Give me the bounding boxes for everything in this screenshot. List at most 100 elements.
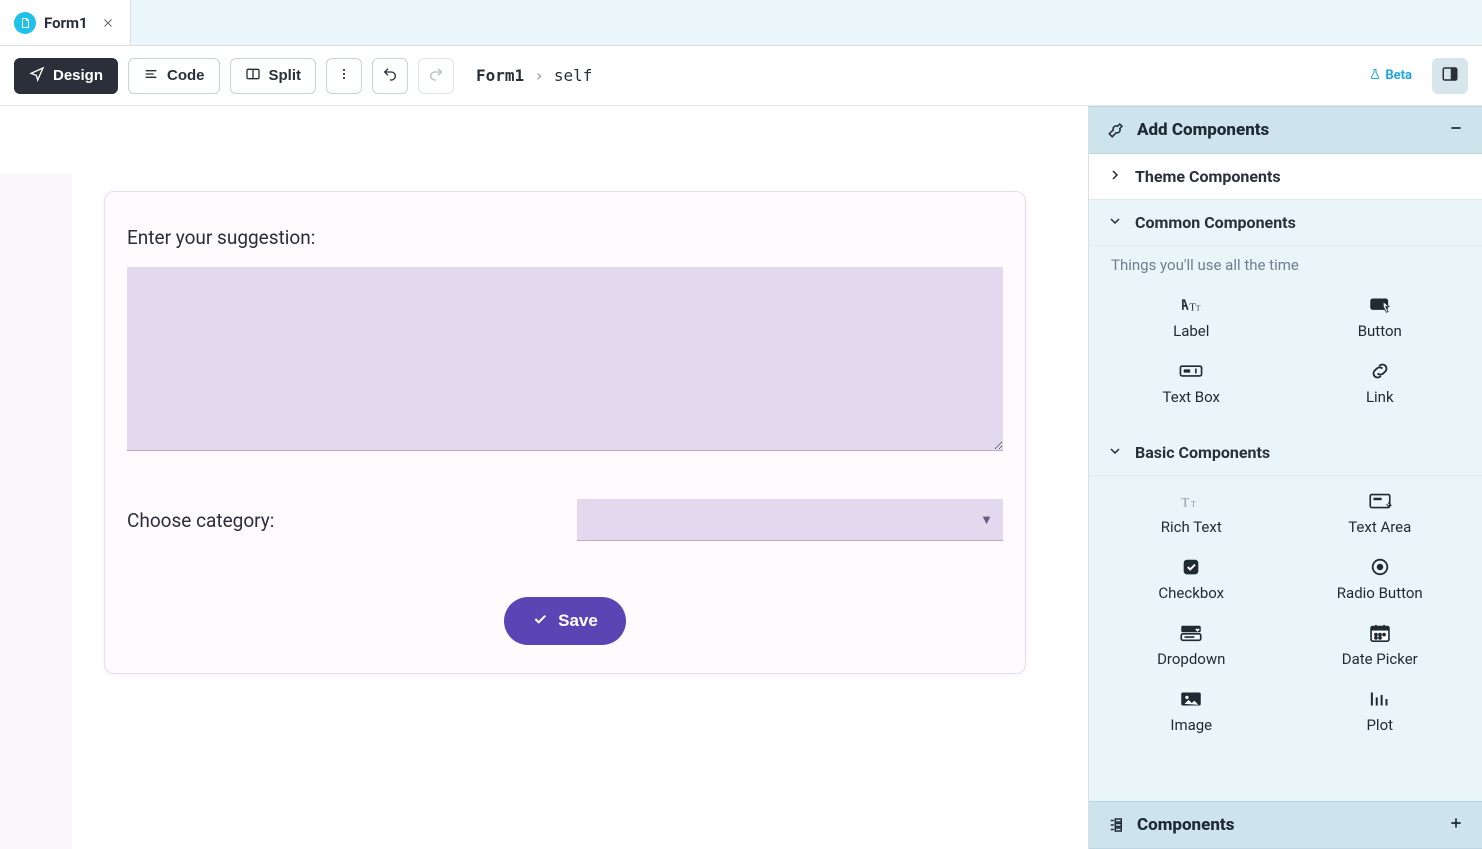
suggestion-label: Enter your suggestion: <box>127 226 1003 249</box>
design-button[interactable]: Design <box>14 58 118 94</box>
suggestion-textarea[interactable] <box>127 267 1003 451</box>
richtext-icon: TT <box>1177 490 1205 512</box>
redo-icon <box>428 66 444 86</box>
workspace: Enter your suggestion: Choose category: … <box>0 106 1482 849</box>
code-button-label: Code <box>167 67 205 84</box>
component-label: Text Area <box>1348 518 1411 536</box>
flask-icon <box>1369 68 1381 84</box>
sidebar: Add Components Theme Components Common C… <box>1088 106 1482 849</box>
component-radio[interactable]: Radio Button <box>1290 548 1471 610</box>
code-button[interactable]: Code <box>128 58 220 94</box>
tab-form1[interactable]: Form1 <box>0 0 131 45</box>
plus-icon[interactable] <box>1448 815 1464 835</box>
common-components-grid: TT Label Button Text Box Link <box>1089 280 1482 430</box>
chevron-right-icon: › <box>534 66 544 85</box>
textarea-icon <box>1366 490 1394 512</box>
undo-icon <box>382 66 398 86</box>
chevron-down-icon <box>1107 213 1123 233</box>
dropdown-icon <box>1177 622 1205 644</box>
label-icon: TT <box>1177 294 1205 316</box>
component-label: Image <box>1170 716 1212 734</box>
panel-toggle-button[interactable] <box>1432 58 1468 94</box>
save-button[interactable]: Save <box>504 597 626 645</box>
dots-vertical-icon <box>336 66 352 86</box>
svg-text:T: T <box>1182 495 1190 510</box>
toolbar: Design Code Split Form1 › self <box>0 46 1482 106</box>
basic-components-header[interactable]: Basic Components <box>1089 430 1482 476</box>
component-label: Button <box>1358 322 1402 340</box>
component-label: Checkbox <box>1158 584 1224 602</box>
button-icon <box>1366 294 1394 316</box>
breadcrumb: Form1 › self <box>476 66 592 85</box>
beta-label: Beta <box>1385 68 1412 83</box>
component-richtext[interactable]: TT Rich Text <box>1101 482 1282 544</box>
svg-text:T: T <box>1196 304 1201 313</box>
form-card[interactable]: Enter your suggestion: Choose category: … <box>104 191 1026 674</box>
list-icon <box>143 66 159 86</box>
svg-text:T: T <box>1191 500 1196 509</box>
beta-badge[interactable]: Beta <box>1369 68 1412 84</box>
components-footer-header[interactable]: Components <box>1089 801 1482 849</box>
component-label: Date Picker <box>1342 650 1418 668</box>
minus-icon[interactable] <box>1448 120 1464 140</box>
basic-components-grid: TT Rich Text Text Area Checkbox Radio Button… <box>1089 476 1482 758</box>
design-canvas[interactable]: Enter your suggestion: Choose category: … <box>0 106 1088 849</box>
category-select[interactable] <box>577 499 1003 541</box>
canvas-margin-shade <box>0 174 72 849</box>
category-label: Choose category: <box>127 509 557 532</box>
common-components-subtitle: Things you'll use all the time <box>1089 246 1482 280</box>
component-label: Dropdown <box>1157 650 1225 668</box>
more-button[interactable] <box>326 58 362 94</box>
plot-icon <box>1366 688 1394 710</box>
component-image[interactable]: Image <box>1101 680 1282 742</box>
components-footer-title: Components <box>1137 815 1436 835</box>
basic-components-title: Basic Components <box>1135 443 1270 462</box>
save-button-label: Save <box>558 611 598 631</box>
component-dropdown[interactable]: Dropdown <box>1101 614 1282 676</box>
common-components-header[interactable]: Common Components <box>1089 200 1482 246</box>
breadcrumb-leaf[interactable]: self <box>554 66 593 85</box>
textbox-icon <box>1177 360 1205 382</box>
form-file-icon <box>14 12 36 34</box>
common-components-title: Common Components <box>1135 213 1296 232</box>
tab-close-button[interactable] <box>100 15 116 31</box>
split-icon <box>245 66 261 86</box>
component-textbox[interactable]: Text Box <box>1101 352 1282 414</box>
tab-title: Form1 <box>44 14 88 32</box>
tree-icon <box>1107 816 1125 834</box>
component-label: Text Box <box>1163 388 1220 406</box>
layout-panel-icon <box>1441 65 1459 87</box>
component-checkbox[interactable]: Checkbox <box>1101 548 1282 610</box>
radio-icon <box>1366 556 1394 578</box>
component-label: Radio Button <box>1337 584 1423 602</box>
add-components-header[interactable]: Add Components <box>1089 106 1482 154</box>
checkbox-icon <box>1177 556 1205 578</box>
image-icon <box>1177 688 1205 710</box>
component-plot[interactable]: Plot <box>1290 680 1471 742</box>
theme-components-header[interactable]: Theme Components <box>1089 154 1482 200</box>
component-textarea[interactable]: Text Area <box>1290 482 1471 544</box>
check-icon <box>532 611 548 632</box>
undo-button[interactable] <box>372 58 408 94</box>
breadcrumb-root[interactable]: Form1 <box>476 66 524 85</box>
tab-bar: Form1 <box>0 0 1482 46</box>
component-link[interactable]: Link <box>1290 352 1471 414</box>
split-button[interactable]: Split <box>230 58 317 94</box>
wrench-icon <box>1107 121 1125 139</box>
split-button-label: Split <box>269 67 302 84</box>
datepicker-icon <box>1366 622 1394 644</box>
chevron-down-icon <box>1107 443 1123 463</box>
component-datepicker[interactable]: Date Picker <box>1290 614 1471 676</box>
link-icon <box>1366 360 1394 382</box>
component-label: Plot <box>1366 716 1393 734</box>
design-button-label: Design <box>53 67 103 84</box>
component-button[interactable]: Button <box>1290 286 1471 348</box>
component-label[interactable]: TT Label <box>1101 286 1282 348</box>
component-label: Rich Text <box>1161 518 1222 536</box>
component-label: Label <box>1173 322 1209 340</box>
theme-components-title: Theme Components <box>1135 167 1281 186</box>
paper-plane-icon <box>29 66 45 86</box>
redo-button[interactable] <box>418 58 454 94</box>
chevron-right-icon <box>1107 167 1123 187</box>
add-components-title: Add Components <box>1137 120 1436 140</box>
